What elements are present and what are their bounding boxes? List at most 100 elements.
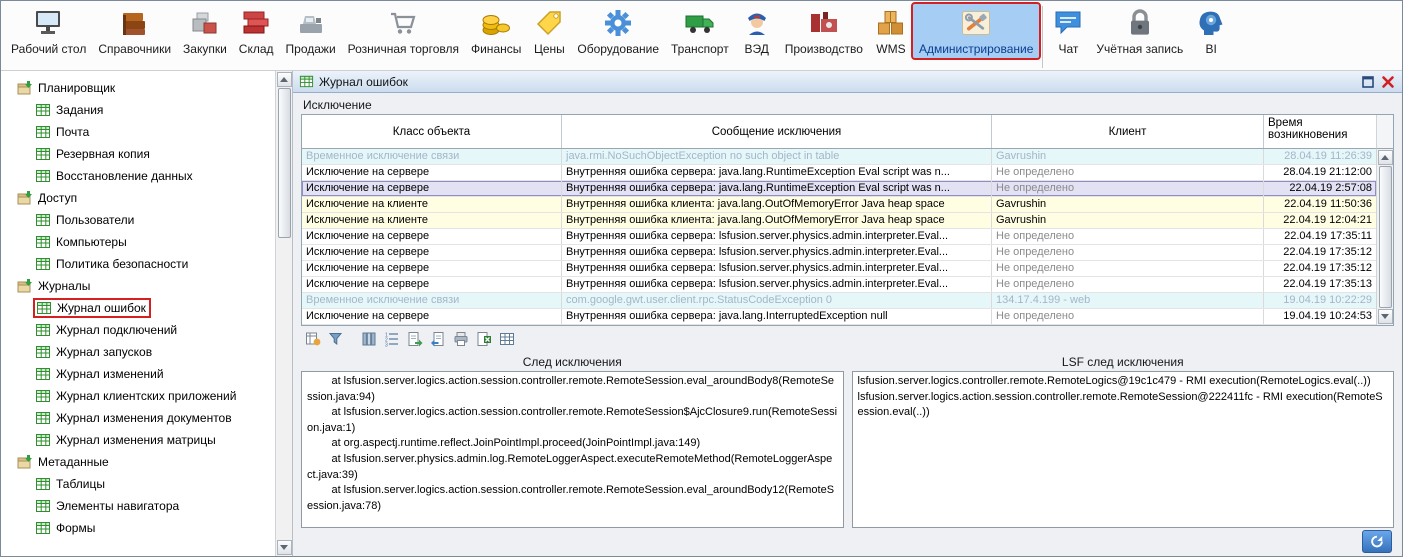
sidebar-item-11[interactable]: Журнал ошибок bbox=[7, 297, 275, 319]
column-header-4[interactable]: Время возникновения bbox=[1264, 115, 1376, 148]
sidebar-item-15[interactable]: Журнал клиентских приложений bbox=[7, 385, 275, 407]
grid-preferences-icon[interactable] bbox=[303, 329, 323, 349]
cell-message: java.rmi.NoSuchObjectException no such o… bbox=[562, 149, 992, 164]
scroll-up-icon[interactable] bbox=[277, 72, 292, 87]
cell-class: Исключение на сервере bbox=[302, 261, 562, 276]
lsf-stack-trace-text[interactable]: lsfusion.server.logics.controller.remote… bbox=[852, 371, 1395, 528]
sidebar-item-10[interactable]: Журналы bbox=[7, 275, 275, 297]
toolbar-item-11[interactable]: ВЭД bbox=[735, 4, 779, 58]
sidebar-item-inner: Таблицы bbox=[33, 475, 109, 493]
sidebar-item-16[interactable]: Журнал изменения документов bbox=[7, 407, 275, 429]
column-header-3[interactable]: Клиент bbox=[992, 115, 1264, 148]
toolbar-item-10[interactable]: Транспорт bbox=[665, 4, 735, 58]
sidebar-item-3[interactable]: Почта bbox=[7, 121, 275, 143]
table-row-7[interactable]: Исключение на сервереВнутренняя ошибка с… bbox=[302, 245, 1376, 261]
sidebar-item-7[interactable]: Пользователи bbox=[7, 209, 275, 231]
sidebar-item-4[interactable]: Резервная копия bbox=[7, 143, 275, 165]
scrollbar-track[interactable] bbox=[1378, 165, 1393, 309]
scrollbar-thumb[interactable] bbox=[1379, 166, 1392, 308]
sidebar-item-8[interactable]: Компьютеры bbox=[7, 231, 275, 253]
maximize-button[interactable] bbox=[1360, 74, 1376, 90]
table-row-6[interactable]: Исключение на сервереВнутренняя ошибка с… bbox=[302, 229, 1376, 245]
sidebar-item-19[interactable]: Таблицы bbox=[7, 473, 275, 495]
table-scrollbar[interactable] bbox=[1376, 149, 1393, 325]
numbered-list-icon[interactable]: 123 bbox=[382, 329, 402, 349]
column-header-label: Клиент bbox=[1109, 126, 1147, 138]
sidebar-item-20[interactable]: Элементы навигатора bbox=[7, 495, 275, 517]
sidebar-item-5[interactable]: Восстановление данных bbox=[7, 165, 275, 187]
sidebar-item-6[interactable]: Доступ bbox=[7, 187, 275, 209]
toolbar-item-12[interactable]: Производство bbox=[779, 4, 869, 58]
form-icon bbox=[35, 256, 51, 272]
toolbar-item-16[interactable]: Учётная запись bbox=[1090, 4, 1189, 58]
sidebar-item-14[interactable]: Журнал изменений bbox=[7, 363, 275, 385]
cell-time: 22.04.19 2:57:08 bbox=[1264, 181, 1376, 196]
cell-message: Внутренняя ошибка клиента: java.lang.Out… bbox=[562, 213, 992, 228]
toolbar-item-7[interactable]: Финансы bbox=[465, 4, 527, 58]
scroll-up-icon[interactable] bbox=[1378, 150, 1393, 165]
scroll-down-icon[interactable] bbox=[1378, 309, 1393, 324]
scroll-down-icon[interactable] bbox=[277, 540, 292, 555]
column-header-label: Время возникновения bbox=[1268, 117, 1372, 141]
stack-trace-text[interactable]: at lsfusion.server.logics.action.session… bbox=[301, 371, 844, 528]
cell-client: 134.17.4.199 - web bbox=[992, 293, 1264, 308]
table-row-10[interactable]: Временное исключение связиcom.google.gwt… bbox=[302, 293, 1376, 309]
export-icon[interactable] bbox=[405, 329, 425, 349]
toolbar-item-6[interactable]: Розничная торговля bbox=[342, 4, 465, 58]
factory-icon bbox=[808, 7, 840, 39]
toolbar-item-label: Администрирование bbox=[919, 42, 1033, 56]
toolbar-item-label: BI bbox=[1206, 42, 1217, 56]
toolbar-item-9[interactable]: Оборудование bbox=[571, 4, 665, 58]
sidebar-item-9[interactable]: Политика безопасности bbox=[7, 253, 275, 275]
toolbar-item-14[interactable]: Администрирование bbox=[913, 4, 1039, 58]
toolbar-item-17[interactable]: BI bbox=[1189, 4, 1233, 58]
scrollbar-track[interactable] bbox=[277, 87, 292, 540]
sidebar-item-18[interactable]: Метаданные bbox=[7, 451, 275, 473]
cell-time: 28.04.19 21:12:00 bbox=[1264, 165, 1376, 180]
sidebar-item-inner: Журналы bbox=[15, 277, 94, 295]
close-button[interactable] bbox=[1380, 74, 1396, 90]
column-header-1[interactable]: Класс объекта bbox=[302, 115, 562, 148]
sidebar-item-13[interactable]: Журнал запусков bbox=[7, 341, 275, 363]
columns-icon[interactable] bbox=[359, 329, 379, 349]
table-row-9[interactable]: Исключение на сервереВнутренняя ошибка с… bbox=[302, 277, 1376, 293]
sidebar-scrollbar[interactable] bbox=[275, 71, 292, 556]
purchases-icon bbox=[189, 7, 221, 39]
refresh-button[interactable] bbox=[1362, 530, 1392, 553]
sidebar-item-1[interactable]: Планировщик bbox=[7, 77, 275, 99]
excel-icon[interactable] bbox=[474, 329, 494, 349]
sidebar-item-21[interactable]: Формы bbox=[7, 517, 275, 539]
table-row-5[interactable]: Исключение на клиентеВнутренняя ошибка к… bbox=[302, 213, 1376, 229]
toolbar-item-2[interactable]: Справочники bbox=[92, 4, 177, 58]
table-row-3[interactable]: Исключение на сервереВнутренняя ошибка с… bbox=[302, 181, 1376, 197]
table-row-2[interactable]: Исключение на сервереВнутренняя ошибка с… bbox=[302, 165, 1376, 181]
toolbar-item-5[interactable]: Продажи bbox=[280, 4, 342, 58]
sidebar-item-label: Задания bbox=[56, 103, 103, 117]
column-header-2[interactable]: Сообщение исключения bbox=[562, 115, 992, 148]
sidebar-item-inner: Политика безопасности bbox=[33, 255, 192, 273]
sidebar-item-inner: Компьютеры bbox=[33, 233, 131, 251]
table-row-8[interactable]: Исключение на сервереВнутренняя ошибка с… bbox=[302, 261, 1376, 277]
print-icon[interactable] bbox=[451, 329, 471, 349]
toolbar-item-8[interactable]: Цены bbox=[527, 4, 571, 58]
toolbar-item-4[interactable]: Склад bbox=[233, 4, 280, 58]
toolbar-item-15[interactable]: Чат bbox=[1046, 4, 1090, 58]
sidebar-item-12[interactable]: Журнал подключений bbox=[7, 319, 275, 341]
cell-class: Временное исключение связи bbox=[302, 293, 562, 308]
table-row-11[interactable]: Исключение на сервереВнутренняя ошибка с… bbox=[302, 309, 1376, 325]
scrollbar-thumb[interactable] bbox=[278, 88, 291, 238]
toolbar-item-3[interactable]: Закупки bbox=[177, 4, 233, 58]
toolbar-item-1[interactable]: Рабочий стол bbox=[5, 4, 92, 58]
table-row-4[interactable]: Исключение на клиентеВнутренняя ошибка к… bbox=[302, 197, 1376, 213]
sidebar-item-inner: Журнал изменения матрицы bbox=[33, 431, 220, 449]
filter-icon[interactable] bbox=[326, 329, 346, 349]
cell-client: Gavrushin bbox=[992, 197, 1264, 212]
sidebar-item-2[interactable]: Задания bbox=[7, 99, 275, 121]
toolbar-item-label: Транспорт bbox=[671, 42, 729, 56]
sidebar-item-17[interactable]: Журнал изменения матрицы bbox=[7, 429, 275, 451]
toolbar-item-13[interactable]: WMS bbox=[869, 4, 913, 58]
sidebar-item-label: Планировщик bbox=[38, 81, 115, 95]
import-icon[interactable] bbox=[428, 329, 448, 349]
table-settings-icon[interactable] bbox=[497, 329, 517, 349]
table-row-1[interactable]: Временное исключение связиjava.rmi.NoSuc… bbox=[302, 149, 1376, 165]
